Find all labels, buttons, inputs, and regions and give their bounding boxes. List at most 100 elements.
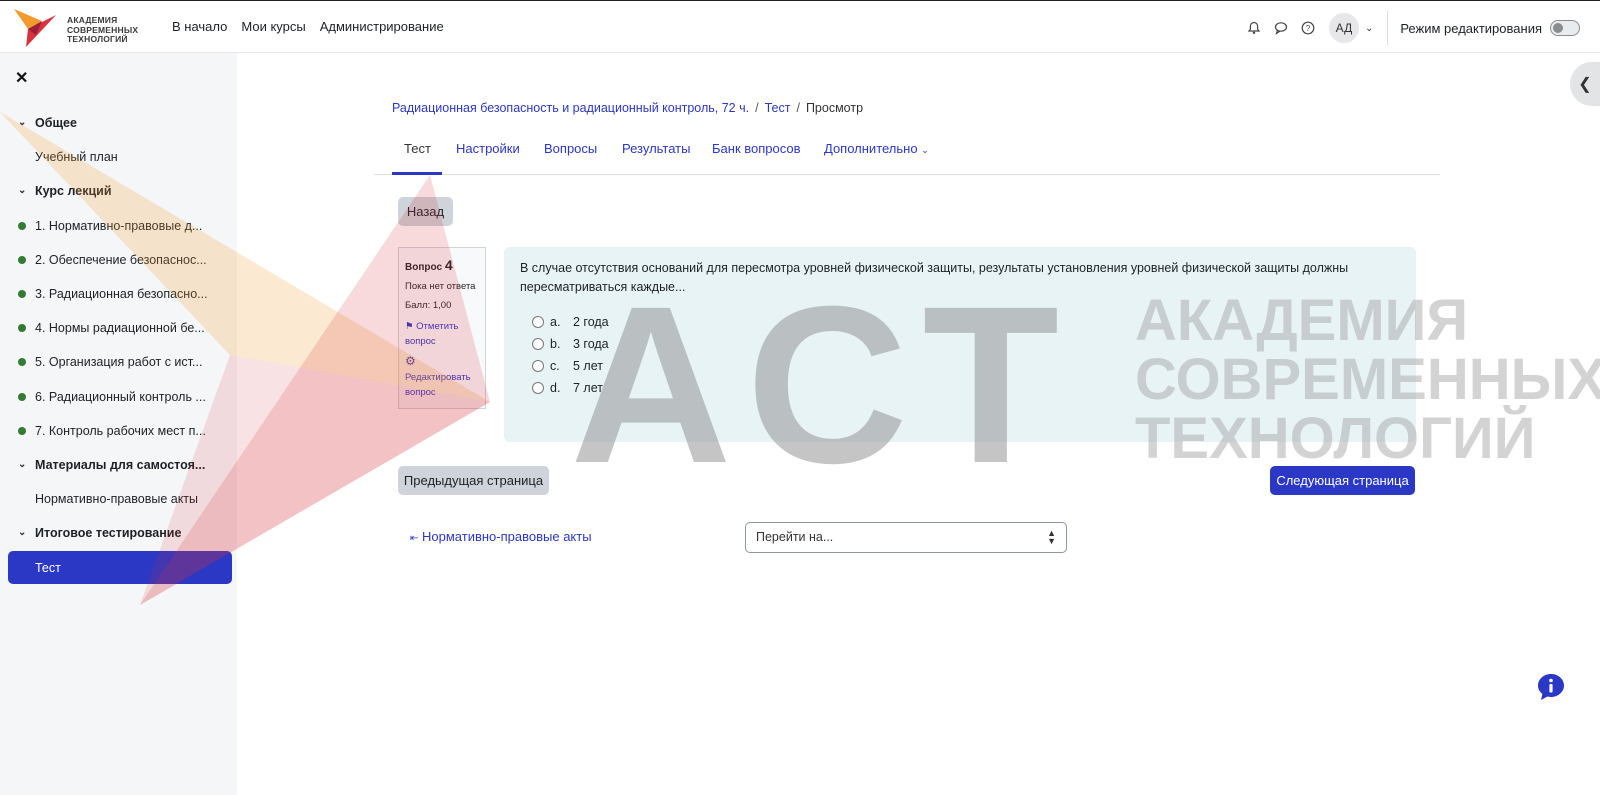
answer-radio[interactable] (532, 382, 544, 394)
course-index-label: Итоговое тестирование (35, 526, 182, 541)
completion-dot-icon (18, 426, 26, 435)
course-activity-item[interactable]: 4. Нормы радиационной бе... (0, 311, 237, 345)
course-activity-item[interactable]: 1. Нормативно-правовые д... (0, 209, 237, 243)
question-number: Вопрос 4 (405, 257, 453, 273)
tab-question-bank[interactable]: Банк вопросов (712, 141, 801, 156)
svg-text:?: ? (1306, 24, 1311, 33)
course-index-label: 7. Контроль рабочих мест п... (35, 423, 206, 438)
question-content: В случае отсутствия оснований для пересм… (504, 247, 1416, 442)
course-section-header[interactable]: ⌄ Курс лекций (0, 174, 237, 208)
course-index-label: 3. Радиационная безопасно... (35, 287, 208, 302)
tab-settings[interactable]: Настройки (456, 141, 520, 156)
course-index-label: Тест (35, 560, 61, 575)
course-section-header[interactable]: ⌄ Материалы для самостоя... (0, 448, 237, 482)
course-activity-item[interactable]: 6. Радиационный контроль ... (0, 380, 237, 414)
previous-activity-link[interactable]: ⇤ Нормативно-правовые акты (410, 529, 592, 544)
close-drawer-icon[interactable]: ✕ (15, 68, 28, 88)
course-index-label: Материалы для самостоя... (35, 457, 206, 472)
course-index-label: 5. Организация работ с ист... (35, 355, 203, 370)
avatar[interactable]: АД (1328, 13, 1359, 43)
tab-more[interactable]: Дополнительно ⌄ (824, 141, 929, 156)
course-activity-item[interactable]: Учебный план (0, 140, 237, 174)
logo-text: АКАДЕМИЯ СОВРЕМЕННЫХ ТЕХНОЛОГИЙ (67, 15, 139, 44)
course-index-label: Учебный план (35, 150, 118, 165)
answer-radio[interactable] (532, 360, 544, 372)
course-activity-item[interactable]: 3. Радиационная безопасно... (0, 277, 237, 311)
course-index: ⌄ Общее Учебный план ⌄ Курс лекций 1. Нормати… (0, 106, 237, 585)
question-text: В случае отсутствия оснований для пересм… (520, 261, 1349, 294)
breadcrumb: Радиационная безопасность и радиационный… (392, 101, 864, 115)
info-chat-icon[interactable] (1536, 672, 1566, 702)
chevron-left-icon: ❮ (1578, 76, 1592, 93)
answer-option[interactable]: b. 3 года (520, 333, 1400, 355)
answer-option[interactable]: d. 7 лет (520, 377, 1400, 399)
course-activity-item-active[interactable]: Тест (0, 550, 237, 585)
completion-dot-icon (18, 221, 26, 230)
open-block-drawer-button[interactable]: ❮ (1570, 62, 1600, 106)
arrow-left-icon: ⇤ (410, 533, 419, 544)
answer-option[interactable]: c. 5 лет (520, 355, 1400, 377)
nav-my-courses[interactable]: Мои курсы (241, 19, 305, 34)
bell-icon[interactable] (1245, 19, 1263, 37)
edit-mode-toggle[interactable] (1550, 20, 1580, 36)
user-menu-area: ? АД ⌄ Режим редактирования (1236, 11, 1580, 45)
breadcrumb-course[interactable]: Радиационная безопасность и радиационный… (392, 101, 749, 115)
course-activity-item[interactable]: Нормативно-правовые акты (0, 482, 237, 516)
logo-icon (14, 9, 56, 47)
active-tab-indicator (392, 172, 442, 175)
select-arrows-icon: ▲ ▼ (1047, 528, 1056, 546)
course-index-label: Курс лекций (35, 184, 112, 199)
completion-dot-icon (18, 289, 26, 298)
chevron-down-icon[interactable]: ⌄ (18, 459, 26, 470)
answer-radio[interactable] (532, 338, 544, 350)
completion-dot-icon (18, 392, 26, 401)
tab-results[interactable]: Результаты (622, 141, 690, 156)
edit-mode-label: Режим редактирования (1400, 20, 1542, 36)
help-icon[interactable]: ? (1299, 19, 1317, 37)
course-index-label: 4. Нормы радиационной бе... (35, 321, 205, 336)
course-activity-item[interactable]: 2. Обеспечение безопаснос... (0, 243, 237, 277)
completion-dot-icon (18, 255, 26, 264)
tab-questions[interactable]: Вопросы (544, 141, 597, 156)
chevron-down-icon: ⌄ (921, 145, 929, 155)
chat-icon[interactable] (1272, 19, 1290, 37)
breadcrumb-quiz[interactable]: Тест (765, 101, 791, 115)
flag-question-link[interactable]: ⚑ Отметить вопрос (405, 319, 479, 349)
tab-quiz[interactable]: Тест (404, 141, 431, 156)
gear-icon: ⚙ (405, 354, 416, 368)
course-section-header[interactable]: ⌄ Итоговое тестирование (0, 516, 237, 550)
previous-page-button[interactable]: Предыдущая страница (398, 466, 549, 495)
completion-dot-icon (18, 324, 26, 333)
answer-options: a. 2 года b. 3 года c. 5 лет d. 7 лет (520, 311, 1400, 399)
course-index-label: 6. Радиационный контроль ... (35, 389, 206, 404)
course-index-label: 1. Нормативно-правовые д... (35, 218, 203, 233)
next-page-button[interactable]: Следующая страница (1270, 466, 1415, 495)
course-index-label: Общее (35, 116, 77, 131)
chevron-down-icon[interactable]: ⌄ (1365, 23, 1373, 34)
completion-dot-icon (18, 358, 26, 367)
course-index-drawer: ✕ ⌄ Общее Учебный план ⌄ Курс лекций 1. Норма… (0, 53, 237, 795)
question-info: Вопрос 4 Пока нет ответа Балл: 1,00 ⚑ От… (398, 247, 486, 409)
top-navbar: АКАДЕМИЯ СОВРЕМЕННЫХ ТЕХНОЛОГИЙ В начало… (0, 0, 1600, 53)
back-button[interactable]: Назад (398, 197, 453, 226)
flag-icon: ⚑ (405, 321, 414, 332)
chevron-down-icon[interactable]: ⌄ (18, 117, 26, 128)
breadcrumb-current: Просмотр (805, 101, 864, 115)
question-grade: Балл: 1,00 (405, 300, 452, 311)
chevron-down-icon[interactable]: ⌄ (18, 185, 26, 196)
answer-radio[interactable] (532, 316, 544, 328)
course-section-header[interactable]: ⌄ Общее (0, 106, 237, 140)
nav-admin[interactable]: Администрирование (320, 19, 444, 34)
course-index-label: Нормативно-правовые акты (35, 492, 199, 507)
secondary-nav: Тест Настройки Вопросы Результаты Банк в… (374, 136, 1440, 175)
course-activity-item[interactable]: 7. Контроль рабочих мест п... (0, 414, 237, 448)
course-activity-item[interactable]: 5. Организация работ с ист... (0, 345, 237, 379)
site-logo[interactable]: АКАДЕМИЯ СОВРЕМЕННЫХ ТЕХНОЛОГИЙ (12, 7, 162, 49)
chevron-down-icon[interactable]: ⌄ (18, 527, 26, 538)
course-index-label: 2. Обеспечение безопаснос... (35, 252, 207, 267)
jump-to-select[interactable]: Перейти на... ▲ ▼ (745, 522, 1067, 553)
divider (1387, 11, 1389, 45)
edit-question-link[interactable]: ⚙ Редактировать вопрос (405, 354, 479, 400)
answer-option[interactable]: a. 2 года (520, 311, 1400, 333)
nav-home[interactable]: В начало (172, 19, 227, 34)
